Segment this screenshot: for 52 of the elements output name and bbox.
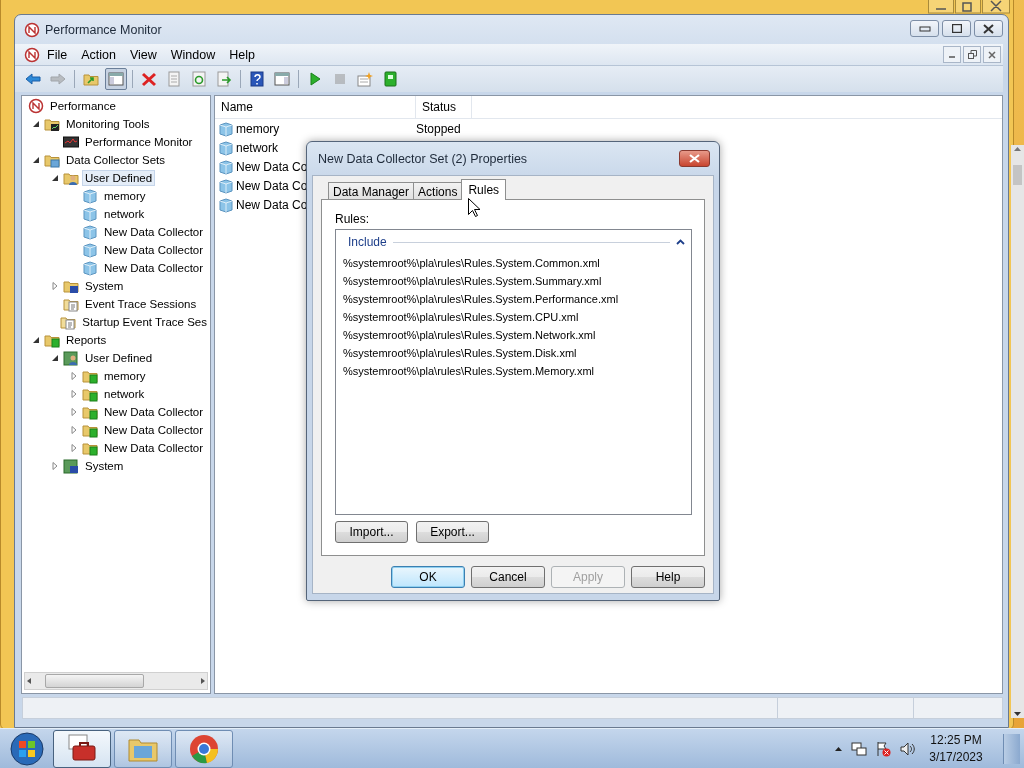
dialog-title: New Data Collector Set (2) Properties <box>318 151 528 166</box>
status-text: Stopped <box>416 121 461 136</box>
tree-item[interactable]: memory <box>101 188 149 204</box>
tree-item[interactable]: System <box>82 278 127 294</box>
rule-item[interactable]: %systemroot%\pla\rules\Rules.System.Summary.xml <box>343 272 685 290</box>
tree-item[interactable]: memory <box>101 368 149 384</box>
column-header[interactable]: Status <box>416 96 472 118</box>
dialog-button[interactable]: Export... <box>416 521 489 543</box>
dialog-button[interactable]: Help <box>631 566 705 588</box>
field-label: Rules: <box>335 212 369 226</box>
tree-item[interactable]: New Data Collector <box>101 242 207 258</box>
tree-item[interactable]: network <box>101 206 148 222</box>
tab[interactable]: Data Manager <box>328 182 415 200</box>
tree-item[interactable]: network <box>101 386 148 402</box>
dialog-button[interactable]: Cancel <box>471 566 545 588</box>
tree-item[interactable]: Monitoring Tools <box>63 116 153 132</box>
window-title: Performance Monitor <box>45 22 162 37</box>
tree-item[interactable]: New Data Collector <box>101 260 207 276</box>
tree-item[interactable]: User Defined <box>82 170 156 186</box>
tree-item[interactable]: Event Trace Sessions <box>82 296 200 312</box>
tree-item[interactable]: New Data Collector <box>101 440 207 456</box>
tree-item[interactable]: User Defined <box>82 350 156 366</box>
tree-item[interactable]: New Data Collector <box>101 404 207 420</box>
rule-item[interactable]: %systemroot%\pla\rules\Rules.System.CPU.xml <box>343 308 685 326</box>
rule-item[interactable]: %systemroot%\pla\rules\Rules.System.Memory.xml <box>343 362 685 380</box>
menu-item[interactable]: Help <box>222 45 262 64</box>
tree-item[interactable]: Data Collector Sets <box>63 152 169 168</box>
tree-item[interactable]: System <box>82 458 127 474</box>
menu-item[interactable]: View <box>122 45 164 64</box>
list-item[interactable]: memory <box>236 121 280 136</box>
group-header[interactable]: Include <box>348 235 387 249</box>
tab[interactable]: Rules <box>461 179 507 200</box>
column-header[interactable]: Name <box>215 96 416 118</box>
menu-item[interactable]: File <box>40 45 75 64</box>
tree-item[interactable]: Reports <box>63 332 110 348</box>
menu-item[interactable]: Action <box>74 45 123 64</box>
tree-item[interactable]: Performance Monitor <box>82 134 196 150</box>
dialog-button[interactable]: Import... <box>335 521 408 543</box>
dialog-button[interactable]: OK <box>391 566 465 588</box>
tree-item[interactable]: Startup Event Trace Ses <box>79 314 210 330</box>
list-item[interactable]: network <box>236 140 279 155</box>
tab[interactable]: Actions <box>413 182 463 200</box>
clock-time[interactable]: 12:25 PM <box>930 731 982 749</box>
rule-item[interactable]: %systemroot%\pla\rules\Rules.System.Disk.xml <box>343 344 685 362</box>
clock-date[interactable]: 3/17/2023 <box>929 748 983 766</box>
rule-item[interactable]: %systemroot%\pla\rules\Rules.System.Performance.xml <box>343 290 685 308</box>
tree-item[interactable]: New Data Collector <box>101 224 207 240</box>
rule-item[interactable]: %systemroot%\pla\rules\Rules.System.Network.xml <box>343 326 685 344</box>
tree-item[interactable]: Performance <box>47 98 119 114</box>
tree-item[interactable]: New Data Collector <box>101 422 207 438</box>
rule-item[interactable]: %systemroot%\pla\rules\Rules.System.Common.xml <box>343 254 685 272</box>
menu-item[interactable]: Window <box>163 45 223 64</box>
